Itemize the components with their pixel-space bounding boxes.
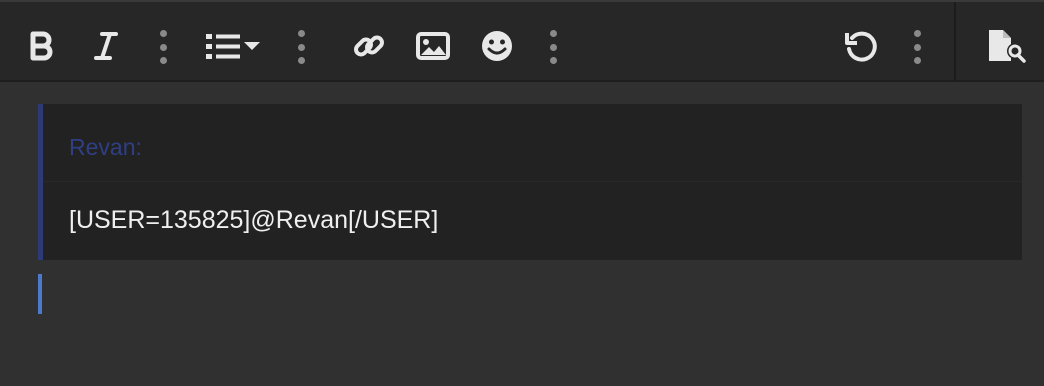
toolbar-divider <box>954 2 956 84</box>
italic-icon <box>94 32 118 60</box>
toolbar-more-icon[interactable] <box>549 30 557 64</box>
bold-icon <box>30 31 53 61</box>
preview-button[interactable] <box>987 26 1027 66</box>
link-button[interactable] <box>349 26 389 66</box>
toolbar-more-icon[interactable] <box>159 30 167 64</box>
toolbar-more-icon[interactable] <box>297 30 305 64</box>
editor-toolbar <box>0 0 1044 84</box>
bold-button[interactable] <box>22 26 62 66</box>
quote-block: Revan: [USER=135825]@Revan[/USER] <box>38 104 1022 260</box>
smiley-icon <box>482 31 512 61</box>
list-button[interactable] <box>204 26 262 66</box>
list-icon <box>206 34 260 59</box>
italic-button[interactable] <box>86 26 126 66</box>
undo-button[interactable] <box>841 26 881 66</box>
quote-text: [USER=135825]@Revan[/USER] <box>69 206 439 234</box>
emoji-button[interactable] <box>477 26 517 66</box>
undo-icon <box>845 31 877 62</box>
editor-content[interactable]: Revan: [USER=135825]@Revan[/USER] <box>0 82 1044 386</box>
image-icon <box>416 32 450 60</box>
file-search-icon <box>989 30 1026 63</box>
quote-author: Revan: <box>43 104 1022 182</box>
rich-text-editor: Revan: [USER=135825]@Revan[/USER] <box>0 0 1044 386</box>
toolbar-more-icon[interactable] <box>913 30 921 64</box>
link-icon <box>354 35 384 57</box>
text-caret <box>38 274 42 314</box>
image-button[interactable] <box>413 26 453 66</box>
